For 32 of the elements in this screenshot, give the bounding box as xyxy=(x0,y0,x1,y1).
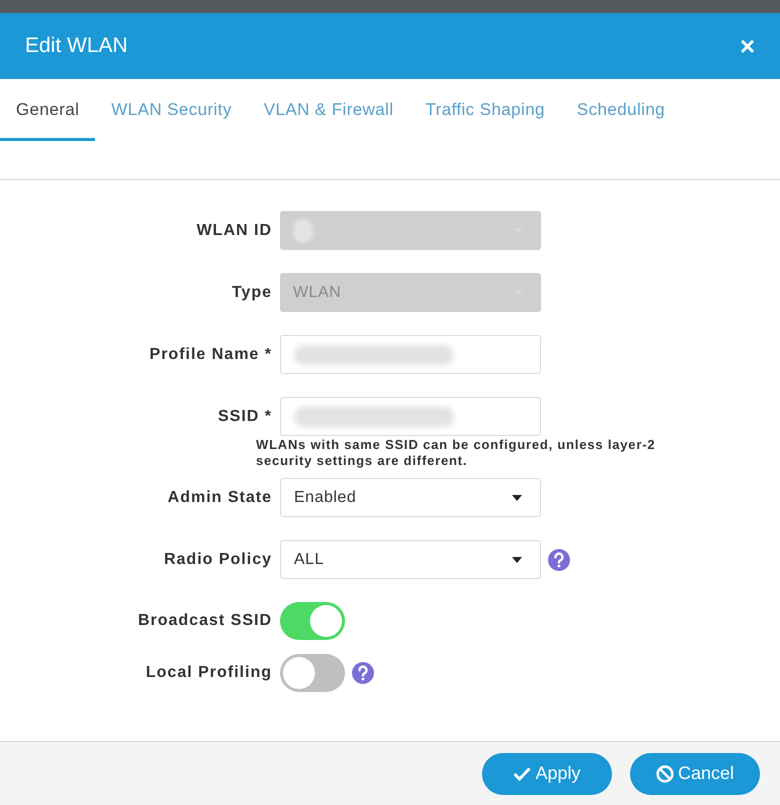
tab[interactable]: Scheduling xyxy=(560,81,682,141)
field-label: Profile Name * xyxy=(148,344,273,364)
caret-icon xyxy=(512,494,522,500)
field-label: Broadcast SSID xyxy=(136,611,273,631)
toggle-knob xyxy=(310,605,342,637)
tab[interactable]: Traffic Shaping xyxy=(410,81,561,141)
field-label: Type xyxy=(230,282,273,302)
help-icon[interactable] xyxy=(351,661,375,685)
caret-icon xyxy=(512,556,522,562)
dialog-title: Edit WLAN xyxy=(25,33,128,60)
check-icon xyxy=(513,766,532,780)
input-field[interactable] xyxy=(280,397,541,436)
field-label: WLAN ID xyxy=(196,220,273,240)
tab[interactable]: WLAN Security xyxy=(95,81,248,141)
toggle-switch[interactable] xyxy=(280,654,345,692)
ban-icon xyxy=(656,764,674,782)
field-label: SSID * xyxy=(216,406,273,426)
help-icon[interactable] xyxy=(547,548,571,572)
hint-text: WLANs with same SSID can be configured, unless layer-2 security settings are different. xyxy=(256,437,656,469)
tab[interactable]: General xyxy=(0,81,96,141)
apply-button[interactable]: Apply xyxy=(482,752,612,794)
toggle-switch[interactable] xyxy=(280,602,345,640)
cancel-button[interactable]: Cancel xyxy=(630,752,760,794)
field-label: Radio Policy xyxy=(162,550,273,570)
field-label: Local Profiling xyxy=(144,663,273,683)
select-field[interactable]: ALL xyxy=(280,540,541,579)
toggle-knob xyxy=(283,657,315,689)
input-field[interactable] xyxy=(280,335,541,374)
select-field[interactable]: Enabled xyxy=(280,478,541,517)
close-button[interactable]: × xyxy=(740,33,755,59)
tab[interactable]: VLAN & Firewall xyxy=(248,81,410,141)
field-label: Admin State xyxy=(166,488,273,508)
